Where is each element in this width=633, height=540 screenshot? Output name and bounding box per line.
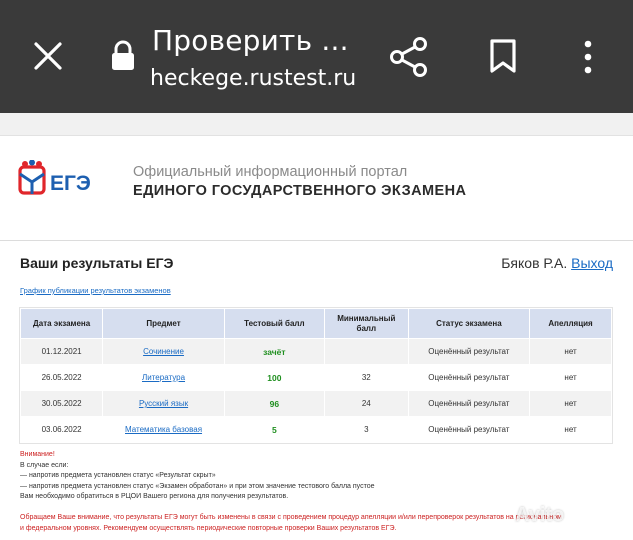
portal-title: ЕДИНОГО ГОСУДАРСТВЕННОГО ЭКЗАМЕНА <box>133 183 467 199</box>
header-score[interactable]: Тестовый балл <box>223 308 325 339</box>
notice-line: Обращаем Ваше внимание, что результаты Е… <box>20 514 562 521</box>
user-name: Бяков Р.А. <box>501 255 568 271</box>
cell-appeal: нет <box>529 364 612 391</box>
cell-subject: Математика базовая <box>102 416 225 443</box>
header-subject[interactable]: Предмет <box>102 308 225 339</box>
divider <box>0 240 633 241</box>
header-date[interactable]: Дата экзамена <box>19 308 104 339</box>
cell-date: 30.05.2022 <box>19 390 104 417</box>
ege-logo[interactable]: ЕГЭ <box>16 159 112 207</box>
portal-subtitle: Официальный информационный портал <box>133 164 408 180</box>
cell-score: 96 <box>223 390 325 417</box>
note-line: Вам необходимо обратиться в РЦОИ Вашего … <box>20 493 289 500</box>
table-row: 30.05.2022 Русский язык 96 24 Оценённый … <box>19 390 612 417</box>
cell-status: Оценённый результат <box>407 364 531 391</box>
table-row: 26.05.2022 Литература 100 32 Оценённый р… <box>19 364 612 391</box>
schedule-link[interactable]: График публикации результатов экзаменов <box>20 286 171 295</box>
notice-block: Обращаем Ваше внимание, что результаты Е… <box>20 513 580 534</box>
logo-text: ЕГЭ <box>50 172 91 195</box>
share-icon[interactable] <box>388 36 430 78</box>
cell-date: 01.12.2021 <box>19 338 104 365</box>
table-row: 03.06.2022 Математика базовая 5 3 Оценён… <box>19 416 612 443</box>
results-heading: Ваши результаты ЕГЭ <box>20 255 174 271</box>
cell-subject: Литература <box>102 364 225 391</box>
cell-status: Оценённый результат <box>407 390 531 417</box>
cell-appeal: нет <box>529 390 612 417</box>
cell-score: зачёт <box>223 338 325 365</box>
cell-status: Оценённый результат <box>407 338 531 365</box>
note-line: — напротив предмета установлен статус «Э… <box>20 482 375 490</box>
cell-subject: Сочинение <box>102 338 225 365</box>
cell-score: 5 <box>223 416 325 443</box>
cell-status: Оценённый результат <box>407 416 531 443</box>
warning-heading: Внимание! <box>20 451 55 458</box>
subject-link[interactable]: Сочинение <box>143 347 184 356</box>
page-top-strip <box>0 113 633 136</box>
cell-score: 100 <box>223 364 325 391</box>
browser-toolbar: Проверить ... heckege.rustest.ru <box>0 0 633 113</box>
cell-subject: Русский язык <box>102 390 225 417</box>
cell-min-score <box>323 338 409 365</box>
cell-min-score: 32 <box>323 364 409 391</box>
table-header-row: Дата экзамена Предмет Тестовый балл Мини… <box>19 308 612 339</box>
cell-date: 03.06.2022 <box>19 416 104 443</box>
header-appeal[interactable]: Апелляция <box>529 308 612 339</box>
more-vert-icon[interactable] <box>582 40 594 74</box>
notice-line: и федеральном уровнях. Рекомендуем осуще… <box>20 524 397 532</box>
cell-min-score: 24 <box>323 390 409 417</box>
cell-appeal: нет <box>529 338 612 365</box>
header-min-score[interactable]: Минимальный балл <box>323 308 409 339</box>
note-line: В случае если: <box>20 461 69 469</box>
note-line: — напротив предмета установлен статус «Р… <box>20 472 216 479</box>
close-icon[interactable] <box>32 40 64 72</box>
results-table: Дата экзамена Предмет Тестовый балл Мини… <box>19 308 612 443</box>
lock-icon[interactable] <box>110 40 136 72</box>
cell-appeal: нет <box>529 416 612 443</box>
avito-watermark: Avito <box>515 504 565 526</box>
table-row: 01.12.2021 Сочинение зачёт Оценённый рез… <box>19 338 612 365</box>
subject-link[interactable]: Русский язык <box>139 399 188 408</box>
bookmark-icon[interactable] <box>488 38 518 74</box>
cell-date: 26.05.2022 <box>19 364 104 391</box>
user-info: Бяков Р.А. Выход <box>501 255 613 271</box>
notes-block: Внимание! В случае если: — напротив пред… <box>20 450 375 503</box>
url-text[interactable]: heckege.rustest.ru <box>150 66 356 91</box>
cell-min-score: 3 <box>323 416 409 443</box>
subject-link[interactable]: Математика базовая <box>125 425 202 434</box>
header-status[interactable]: Статус экзамена <box>407 308 531 339</box>
page-title[interactable]: Проверить ... <box>152 24 349 57</box>
logout-link[interactable]: Выход <box>571 255 613 271</box>
subject-link[interactable]: Литература <box>142 373 185 382</box>
